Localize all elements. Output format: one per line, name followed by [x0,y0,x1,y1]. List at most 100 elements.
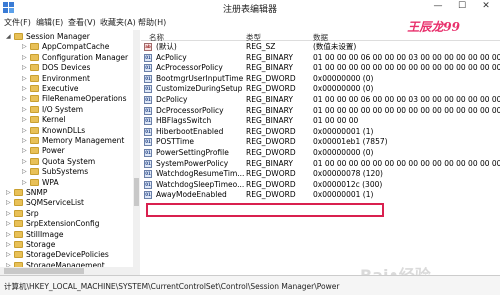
tree-item[interactable]: ▷ FileRenameOperations [0,94,133,104]
collapsed-chevron-icon[interactable]: ▷ [6,209,12,219]
folder-icon [30,64,39,72]
collapsed-chevron-icon[interactable]: ▷ [22,146,28,156]
close-button[interactable]: ✕ [474,0,498,14]
tree-item-label: Power [42,146,65,156]
binary-value-icon: 01 [144,85,152,94]
collapsed-chevron-icon[interactable]: ▷ [6,230,12,240]
collapsed-chevron-icon[interactable]: ▷ [22,136,28,146]
tree-item[interactable]: ▷ SQMServiceList [0,198,133,208]
tree-horizontal-scrollbar[interactable] [0,267,140,275]
tree-item[interactable]: ▷ Power [0,146,133,156]
collapsed-chevron-icon[interactable]: ▷ [22,126,28,136]
tree-item[interactable]: ▷ SNMP [0,188,133,198]
value-type: REG_BINARY [246,52,293,62]
collapsed-chevron-icon[interactable]: ▷ [22,167,28,177]
value-row[interactable]: 01 WatchdogResumeTim... REG_DWORD 0x0000007… [141,169,500,180]
value-data: 0x00001eb1 (7857) [313,137,388,147]
registry-key-tree[interactable]: ◢ Session Manager ▷ AppCompatCache ▷ Configur… [0,30,140,268]
value-row[interactable]: 01 SystemPowerPolicy REG_BINARY 01 00 00 00… [141,159,500,170]
collapsed-chevron-icon[interactable]: ▷ [6,219,12,229]
menu-view[interactable]: 查看(V) [68,17,96,28]
tree-item[interactable]: ▷ KnownDLLs [0,126,133,136]
binary-value-icon: 01 [144,170,152,179]
value-type: REG_DWORD [246,73,296,83]
collapsed-chevron-icon[interactable]: ▷ [22,105,28,115]
expanded-chevron-icon[interactable]: ◢ [6,32,12,42]
folder-icon [14,189,23,196]
tree-item-label: SNMP [26,188,48,197]
tree-item[interactable]: ▷ Environment [0,74,133,84]
tree-item[interactable]: ▷ DOS Devices [0,63,133,73]
tree-item[interactable]: ▷ StorageDevicePolicies [0,250,133,260]
tree-item[interactable]: ▷ SubSystems [0,167,133,177]
collapsed-chevron-icon[interactable]: ▷ [22,157,28,167]
tree-item-label: I/O System [42,104,83,114]
value-row[interactable]: 01 HBFlagsSwitch REG_BINARY 01 00 00 00 [141,116,500,127]
value-name: DcPolicy [156,95,188,104]
menu-favorites[interactable]: 收藏夹(A) [100,17,136,28]
value-type: REG_DWORD [246,126,296,136]
binary-value-icon: 01 [144,191,152,200]
menu-help[interactable]: 帮助(H) [138,17,166,28]
value-name: BootmgrUserInputTime [156,73,244,83]
folder-icon [30,126,39,134]
value-row[interactable]: 01 AwayModeEnabled REG_DWORD 0x00000001 (1) [141,190,500,201]
tree-item[interactable]: ▷ WPA [0,178,133,188]
menu-edit[interactable]: 编辑(E) [36,17,63,28]
collapsed-chevron-icon[interactable]: ▷ [6,240,12,250]
value-type: REG_BINARY [246,95,293,104]
value-row[interactable]: 01 POSTTime REG_DWORD 0x00001eb1 (7857) [141,137,500,148]
tree-vertical-scrollbar[interactable] [133,30,140,268]
registry-values-list[interactable]: 名称 类型 数据 ab (默认) REG_SZ (数值未设置) 01 AcPolicy RE… [141,30,500,275]
tree-vertical-scroll-thumb[interactable] [134,178,139,206]
collapsed-chevron-icon[interactable]: ▷ [6,250,12,260]
collapsed-chevron-icon[interactable]: ▷ [22,42,28,52]
collapsed-chevron-icon[interactable]: ▷ [6,198,12,208]
value-row[interactable]: 01 CustomizeDuringSetup REG_DWORD 0x0000000… [141,84,500,95]
folder-icon [14,251,23,259]
maximize-button[interactable]: ☐ [450,0,474,14]
menu-file[interactable]: 文件(F) [4,17,31,28]
collapsed-chevron-icon[interactable]: ▷ [22,178,28,188]
tree-item-label: Kernel [42,115,66,125]
collapsed-chevron-icon[interactable]: ▷ [22,53,28,63]
folder-icon [14,230,23,238]
folder-icon [14,220,23,228]
value-row[interactable]: 01 AcProcessorPolicy REG_BINARY 01 00 00 00… [141,63,500,74]
collapsed-chevron-icon[interactable]: ▷ [22,115,28,125]
tree-item[interactable]: ▷ StillImage [0,230,133,240]
minimize-button[interactable]: — [426,0,450,14]
value-row[interactable]: ab (默认) REG_SZ (数值未设置) [141,42,500,53]
value-row[interactable]: 01 BootmgrUserInputTime REG_DWORD 0x0000000… [141,74,500,85]
tree-item[interactable]: ▷ AppCompatCache [0,42,133,52]
title-bar: 注册表编辑器 — ☐ ✕ [0,0,500,15]
collapsed-chevron-icon[interactable]: ▷ [22,94,28,104]
value-name: WatchdogSleepTimeo... [156,179,244,189]
value-row[interactable]: 01 DcProcessorPolicy REG_BINARY 01 00 00 00… [141,106,500,117]
tree-item-label: DOS Devices [42,63,91,73]
tree-item[interactable]: ▷ Storage [0,240,133,250]
value-type: REG_DWORD [246,148,296,157]
value-row[interactable]: 01 WatchdogSleepTimeo... REG_DWORD 0x000001… [141,180,500,191]
collapsed-chevron-icon[interactable]: ▷ [22,84,28,94]
tree-item[interactable]: ▷ Configuration Manager [0,53,133,63]
value-name: WatchdogResumeTim... [156,169,244,179]
tree-item[interactable]: ▷ SrpExtensionConfig [0,219,133,229]
collapsed-chevron-icon[interactable]: ▷ [22,74,28,84]
tree-item[interactable]: ◢ Session Manager [0,32,133,42]
tree-item[interactable]: ▷ Srp [0,209,133,219]
value-row[interactable]: 01 AcPolicy REG_BINARY 01 00 00 00 06 00 00… [141,53,500,64]
value-row[interactable]: 01 PowerSettingProfile REG_DWORD 0x00000000… [141,148,500,159]
tree-item[interactable]: ▷ Memory Management [0,136,133,146]
folder-icon [30,147,39,155]
tree-item[interactable]: ▷ Quota System [0,157,133,167]
tree-item[interactable]: ▷ Kernel [0,115,133,125]
tree-item[interactable]: ▷ I/O System [0,105,133,115]
tree-horizontal-scroll-thumb[interactable] [4,268,84,274]
collapsed-chevron-icon[interactable]: ▷ [22,63,28,73]
collapsed-chevron-icon[interactable]: ▷ [6,188,12,198]
tree-item[interactable]: ▷ Executive [0,84,133,94]
value-row[interactable]: 01 DcPolicy REG_BINARY 01 00 00 00 06 00 00… [141,95,500,106]
folder-icon [14,33,23,40]
value-row[interactable]: 01 HiberbootEnabled REG_DWORD 0x00000001 (1… [141,127,500,138]
